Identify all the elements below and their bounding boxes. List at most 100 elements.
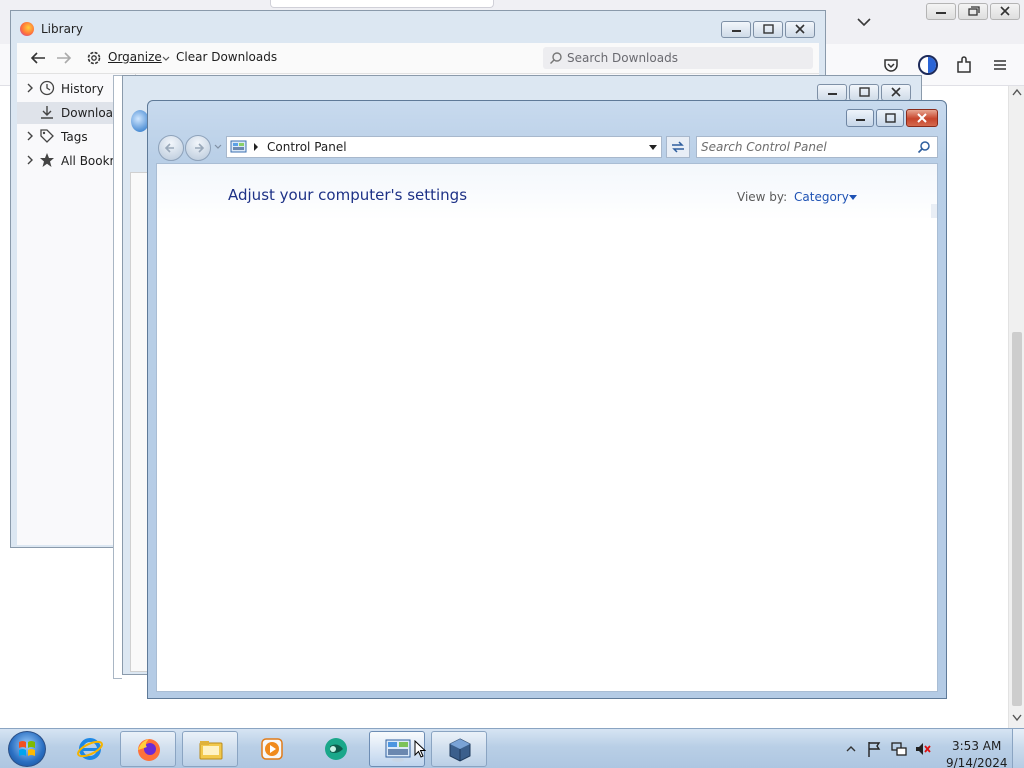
tree-item-label: Tags	[61, 130, 88, 144]
firefox-tab[interactable]	[270, 0, 494, 8]
mid-minimize-button[interactable]	[817, 84, 847, 101]
internet-explorer-icon	[77, 738, 103, 760]
control-panel-icon	[230, 140, 247, 153]
control-panel-icon	[385, 739, 411, 762]
clock-time[interactable]: 3:53 AM	[952, 739, 1001, 753]
minimize-icon	[856, 119, 865, 121]
refresh-icon	[672, 141, 684, 153]
back-button[interactable]	[158, 135, 184, 161]
ff-close-button[interactable]	[990, 3, 1020, 20]
search-downloads-field[interactable]: Search Downloads	[543, 47, 813, 69]
search-icon[interactable]	[917, 140, 931, 154]
cp-navigation-bar: Control Panel	[156, 135, 938, 161]
cp-close-button[interactable]	[906, 109, 938, 127]
minimize-icon	[732, 30, 741, 32]
folder-icon	[199, 741, 223, 760]
taskbar-media-player[interactable]	[244, 731, 300, 767]
back-arrow-icon[interactable]	[29, 50, 47, 66]
caret-down-icon[interactable]	[849, 195, 857, 200]
tag-icon	[40, 129, 54, 143]
maximize-icon	[859, 87, 870, 97]
pocket-icon[interactable]	[880, 54, 902, 76]
search-input[interactable]	[701, 139, 911, 155]
address-bar[interactable]: Control Panel	[226, 136, 662, 158]
star-icon	[40, 153, 54, 167]
lib-close-button[interactable]	[785, 21, 815, 38]
page-title: Adjust your computer's settings	[228, 186, 468, 204]
address-dropdown-icon[interactable]	[649, 145, 657, 151]
breadcrumb-control-panel[interactable]: Control Panel	[267, 140, 347, 154]
view-by-dropdown[interactable]: Category	[794, 190, 849, 204]
firefox-icon	[138, 739, 160, 761]
maximize-icon	[763, 24, 774, 34]
clear-downloads-button[interactable]: Clear Downloads	[176, 50, 277, 64]
organize-button[interactable]: Organize	[108, 50, 162, 64]
taskbar-app-teal[interactable]	[308, 731, 364, 767]
mid-close-button[interactable]	[881, 84, 911, 101]
window-title: Library	[41, 22, 83, 36]
teal-app-icon	[325, 738, 347, 760]
firefox-logo-icon	[20, 22, 34, 36]
background-window-edge	[113, 75, 122, 679]
vpn-shield-icon[interactable]	[917, 54, 939, 76]
menu-icon[interactable]	[989, 54, 1011, 76]
chevron-right-icon[interactable]	[25, 82, 35, 94]
extensions-icon[interactable]	[953, 54, 975, 76]
search-control-panel-field[interactable]	[696, 136, 938, 158]
recent-pages-chevron-icon[interactable]	[214, 144, 222, 150]
clock-date[interactable]: 9/14/2024	[946, 756, 1008, 768]
page-scrollbar[interactable]	[1008, 86, 1024, 728]
show-desktop-button[interactable]	[1012, 729, 1024, 768]
refresh-button[interactable]	[666, 136, 690, 158]
close-icon	[795, 24, 805, 34]
library-toolbar: Organize Clear Downloads Search Download…	[17, 43, 819, 73]
action-center-flag-icon[interactable]	[866, 740, 882, 758]
cp-window-controls	[844, 109, 938, 127]
media-player-icon	[261, 738, 283, 760]
maximize-icon	[885, 113, 896, 123]
system-tray: 3:53 AM 9/14/2024	[842, 735, 1022, 768]
back-arrow-icon	[164, 143, 174, 153]
taskbar-internet-explorer[interactable]	[62, 731, 118, 767]
chevron-down-icon	[162, 56, 170, 61]
virtualbox-icon	[449, 738, 471, 762]
scroll-up-icon[interactable]	[1012, 88, 1022, 96]
breadcrumb-chevron-icon[interactable]	[253, 143, 259, 151]
show-hidden-icons-icon[interactable]	[846, 745, 856, 753]
ff-restore-button[interactable]	[958, 3, 988, 20]
taskbar-file-explorer[interactable]	[182, 731, 238, 767]
restore-icon	[968, 6, 980, 16]
control-panel-content: Adjust your computer's settings View by:…	[156, 163, 938, 692]
chevron-right-icon[interactable]	[25, 154, 35, 166]
scroll-down-icon[interactable]	[1012, 714, 1022, 722]
close-icon	[891, 87, 901, 97]
volume-muted-icon[interactable]	[914, 740, 932, 758]
control-panel-window: Control Panel Adjust your computer's set…	[147, 100, 947, 699]
ff-minimize-button[interactable]	[926, 3, 956, 20]
cp-maximize-button[interactable]	[876, 109, 904, 127]
start-button[interactable]	[8, 731, 46, 767]
gear-icon[interactable]	[85, 49, 103, 67]
cp-minimize-button[interactable]	[846, 109, 874, 127]
search-icon	[550, 52, 562, 64]
forward-arrow-icon	[195, 143, 205, 153]
lib-maximize-button[interactable]	[753, 21, 783, 38]
taskbar-virtualbox[interactable]	[431, 731, 487, 767]
lib-minimize-button[interactable]	[721, 21, 751, 38]
chevron-right-icon[interactable]	[25, 130, 35, 142]
scrollbar-thumb[interactable]	[1012, 332, 1022, 706]
minimize-icon	[828, 93, 837, 95]
tree-item-label: History	[61, 82, 104, 96]
close-icon	[1000, 6, 1010, 16]
forward-arrow-icon[interactable]	[55, 50, 73, 66]
taskbar-firefox[interactable]	[120, 731, 176, 767]
chevron-down-icon[interactable]	[852, 12, 876, 32]
view-by-label: View by:	[737, 190, 788, 204]
taskbar: 3:53 AM 9/14/2024	[0, 728, 1024, 768]
windows-logo-icon	[19, 741, 35, 756]
mid-maximize-button[interactable]	[849, 84, 879, 101]
forward-button[interactable]	[185, 135, 211, 161]
network-icon[interactable]	[890, 740, 908, 758]
search-placeholder: Search Downloads	[567, 51, 678, 65]
download-icon	[41, 106, 53, 119]
